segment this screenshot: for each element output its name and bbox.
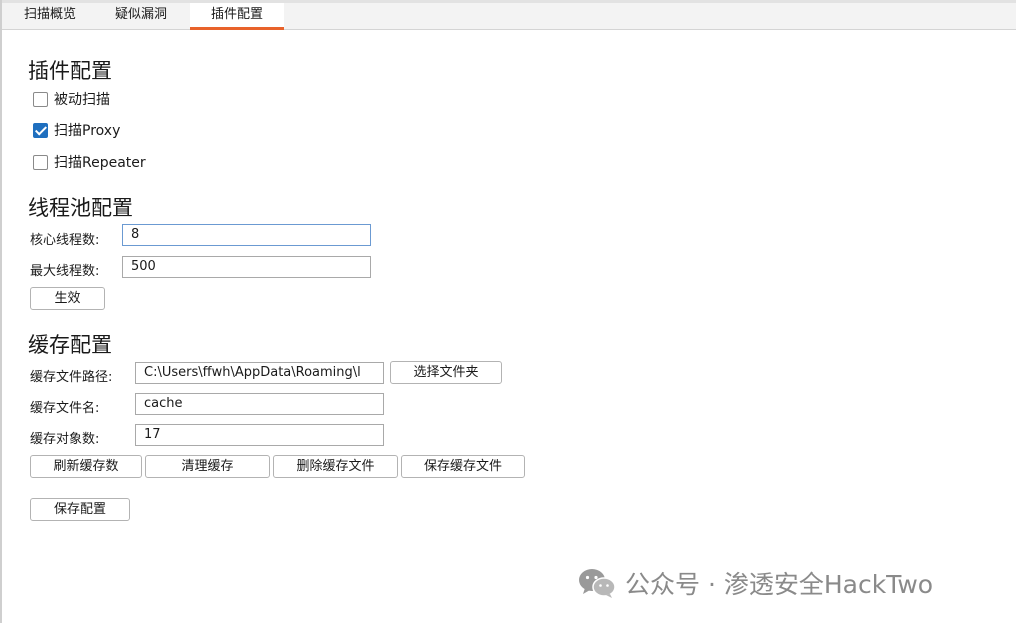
plugin-config-title: 插件配置 bbox=[28, 59, 112, 83]
scan-repeater-checkbox[interactable] bbox=[33, 154, 48, 170]
scan-repeater-label: 扫描Repeater bbox=[54, 155, 146, 171]
delete-cache-file-button[interactable]: 删除缓存文件 bbox=[273, 455, 398, 478]
choose-folder-button[interactable]: 选择文件夹 bbox=[390, 361, 502, 384]
scan-proxy-option[interactable]: 扫描Proxy bbox=[33, 120, 120, 140]
max-threads-input[interactable]: 500 bbox=[122, 256, 371, 278]
tab-scan-overview[interactable]: 扫描概览 bbox=[10, 3, 90, 29]
cache-path-input[interactable]: C:\Users\ffwh\AppData\Roaming\l bbox=[135, 362, 384, 384]
cache-config-title: 缓存配置 bbox=[28, 333, 112, 357]
wechat-icon bbox=[579, 569, 616, 598]
core-threads-input[interactable]: 8 bbox=[122, 224, 371, 246]
clear-cache-button[interactable]: 清理缓存 bbox=[145, 455, 270, 478]
scan-proxy-label: 扫描Proxy bbox=[54, 123, 121, 139]
cache-path-label: 缓存文件路径: bbox=[30, 370, 113, 385]
watermark: 公众号 · 渗透安全HackTwo bbox=[577, 565, 933, 601]
passive-scan-checkbox[interactable] bbox=[33, 91, 48, 107]
refresh-cache-count-button[interactable]: 刷新缓存数 bbox=[30, 455, 142, 478]
tab-plugin-config[interactable]: 插件配置 bbox=[190, 3, 284, 30]
tab-suspected-vulns[interactable]: 疑似漏洞 bbox=[98, 3, 184, 29]
core-threads-label: 核心线程数: bbox=[30, 233, 100, 248]
apply-button[interactable]: 生效 bbox=[30, 287, 105, 310]
cache-name-input[interactable]: cache bbox=[135, 393, 384, 415]
save-cache-file-button[interactable]: 保存缓存文件 bbox=[401, 455, 525, 478]
threadpool-config-title: 线程池配置 bbox=[28, 196, 133, 220]
passive-scan-option[interactable]: 被动扫描 bbox=[33, 89, 110, 109]
cache-name-label: 缓存文件名: bbox=[30, 401, 100, 416]
cache-count-input[interactable]: 17 bbox=[135, 424, 384, 446]
scan-repeater-option[interactable]: 扫描Repeater bbox=[33, 152, 146, 172]
passive-scan-label: 被动扫描 bbox=[54, 92, 110, 108]
scan-proxy-checkbox[interactable] bbox=[33, 122, 48, 138]
cache-count-label: 缓存对象数: bbox=[30, 432, 100, 447]
plugin-window: 扫描概览 疑似漏洞 插件配置 插件配置 被动扫描 扫描Proxy 扫描Repea… bbox=[0, 0, 1016, 623]
tab-bar: 扫描概览 疑似漏洞 插件配置 bbox=[2, 0, 1016, 30]
save-config-button[interactable]: 保存配置 bbox=[30, 498, 130, 521]
watermark-text: 公众号 · 渗透安全HackTwo bbox=[625, 570, 934, 599]
max-threads-label: 最大线程数: bbox=[30, 264, 100, 279]
